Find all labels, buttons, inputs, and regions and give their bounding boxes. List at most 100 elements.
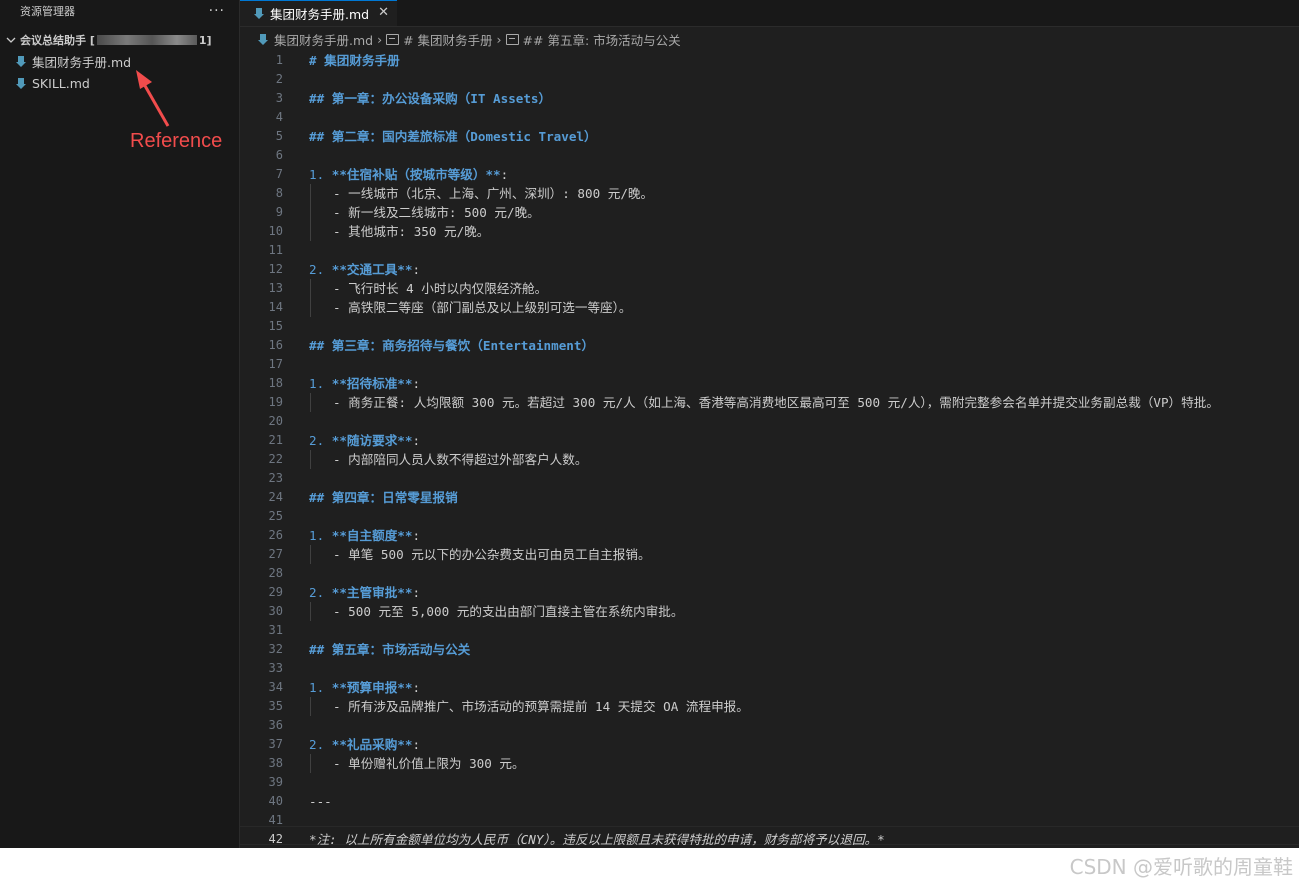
indent-guide bbox=[309, 298, 333, 317]
close-icon[interactable]: ✕ bbox=[378, 5, 389, 20]
line-number: 39 bbox=[268, 775, 283, 789]
editor-line[interactable]: 4 bbox=[240, 108, 1299, 127]
line-number: 8 bbox=[275, 186, 283, 200]
breadcrumb-file[interactable]: 集团财务手册.md bbox=[274, 30, 373, 49]
editor-line[interactable]: 18 1. **招待标准**: bbox=[240, 374, 1299, 393]
editor-line[interactable]: 42 *注: 以上所有金额单位均为人民币（CNY）。违反以上限额且未获得特批的申请… bbox=[240, 830, 1299, 848]
line-number: 21 bbox=[268, 433, 283, 447]
folder-suffix: 1] bbox=[198, 33, 212, 47]
editor-line[interactable]: 38 - 单份赠礼价值上限为 300 元。 bbox=[240, 754, 1299, 773]
editor-line[interactable]: 11 bbox=[240, 241, 1299, 260]
editor-line[interactable]: 34 1. **预算申报**: bbox=[240, 678, 1299, 697]
line-number: 29 bbox=[268, 585, 283, 599]
editor-line[interactable]: 37 2. **礼品采购**: bbox=[240, 735, 1299, 754]
editor-line[interactable]: 32 ## 第五章：市场活动与公关 bbox=[240, 640, 1299, 659]
tab-finance-manual[interactable]: 集团财务手册.md ✕ bbox=[240, 0, 397, 26]
breadcrumb-separator: › bbox=[377, 31, 383, 47]
line-content: - 新一线及二线城市: 500 元/晚。 bbox=[309, 203, 540, 222]
line-number: 32 bbox=[268, 642, 283, 656]
line-content: - 所有涉及品牌推广、市场活动的预算需提前 14 天提交 OA 流程申报。 bbox=[309, 697, 749, 716]
editor-line[interactable]: 25 bbox=[240, 507, 1299, 526]
line-number: 42 bbox=[268, 832, 283, 846]
editor-line[interactable]: 8 - 一线城市（北京、上海、广州、深圳）: 800 元/晚。 bbox=[240, 184, 1299, 203]
line-content: 2. **主管审批**: bbox=[309, 585, 421, 600]
editor-line[interactable]: 35 - 所有涉及品牌推广、市场活动的预算需提前 14 天提交 OA 流程申报。 bbox=[240, 697, 1299, 716]
file-item-skill[interactable]: SKILL.md bbox=[16, 73, 90, 93]
editor-line[interactable]: 40 --- bbox=[240, 792, 1299, 811]
line-content: 2. **礼品采购**: bbox=[309, 737, 421, 752]
indent-guide bbox=[309, 203, 333, 222]
editor-line[interactable]: 39 bbox=[240, 773, 1299, 792]
line-content: ## 第三章：商务招待与餐饮（Entertainment） bbox=[309, 338, 595, 353]
editor-line[interactable]: 10 - 其他城市: 350 元/晚。 bbox=[240, 222, 1299, 241]
editor-line[interactable]: 17 bbox=[240, 355, 1299, 374]
markdown-file-icon bbox=[16, 77, 26, 89]
tab-label: 集团财务手册.md bbox=[270, 7, 370, 22]
editor-line[interactable]: 7 1. **住宿补贴（按城市等级）**: bbox=[240, 165, 1299, 184]
editor-line[interactable]: 23 bbox=[240, 469, 1299, 488]
breadcrumb-symbol-2[interactable]: ## 第五章: 市场活动与公关 bbox=[523, 30, 681, 49]
line-content: *注: 以上所有金额单位均为人民币（CNY）。违反以上限额且未获得特批的申请，财… bbox=[309, 832, 885, 847]
editor-line[interactable]: 1 # 集团财务手册 bbox=[240, 51, 1299, 70]
line-number: 37 bbox=[268, 737, 283, 751]
line-number: 28 bbox=[268, 566, 283, 580]
editor-line[interactable]: 28 bbox=[240, 564, 1299, 583]
editor-line[interactable]: 5 ## 第二章：国内差旅标准（Domestic Travel） bbox=[240, 127, 1299, 146]
line-number: 26 bbox=[268, 528, 283, 542]
line-number: 38 bbox=[268, 756, 283, 770]
editor-line[interactable]: 29 2. **主管审批**: bbox=[240, 583, 1299, 602]
editor-line[interactable]: 19 - 商务正餐: 人均限额 300 元。若超过 300 元/人（如上海、香港等… bbox=[240, 393, 1299, 412]
breadcrumb-symbol-1[interactable]: # 集团财务手册 bbox=[403, 30, 492, 49]
line-content: --- bbox=[309, 794, 332, 809]
line-number: 11 bbox=[268, 243, 283, 257]
markdown-file-icon bbox=[258, 33, 268, 45]
file-item-finance-manual[interactable]: 集团财务手册.md bbox=[16, 51, 131, 71]
folder-name: 会议总结助手 [ bbox=[20, 34, 95, 47]
reference-annotation: Reference bbox=[130, 130, 223, 152]
line-number: 10 bbox=[268, 224, 283, 238]
indent-guide bbox=[309, 545, 333, 564]
line-number: 18 bbox=[268, 376, 283, 390]
line-number: 19 bbox=[268, 395, 283, 409]
line-number: 27 bbox=[268, 547, 283, 561]
editor-line[interactable]: 27 - 单笔 500 元以下的办公杂费支出可由员工自主报销。 bbox=[240, 545, 1299, 564]
editor-line[interactable]: 12 2. **交通工具**: bbox=[240, 260, 1299, 279]
editor-line[interactable]: 9 - 新一线及二线城市: 500 元/晚。 bbox=[240, 203, 1299, 222]
markdown-file-icon bbox=[16, 55, 26, 67]
code-editor[interactable]: 1 # 集团财务手册 2 3 ## 第一章：办公设备采购（IT Assets） 4 5 ## … bbox=[240, 50, 1299, 848]
editor-line[interactable]: 21 2. **随访要求**: bbox=[240, 431, 1299, 450]
editor-line[interactable]: 6 bbox=[240, 146, 1299, 165]
red-arrow-annotation bbox=[136, 70, 170, 127]
editor-line[interactable]: 33 bbox=[240, 659, 1299, 678]
editor-line[interactable]: 15 bbox=[240, 317, 1299, 336]
line-content: - 500 元至 5,000 元的支出由部门直接主管在系统内审批。 bbox=[309, 602, 683, 621]
editor-line[interactable]: 24 ## 第四章：日常零星报销 bbox=[240, 488, 1299, 507]
editor-line[interactable]: 14 - 高铁限二等座（部门副总及以上级别可选一等座）。 bbox=[240, 298, 1299, 317]
line-number: 31 bbox=[268, 623, 283, 637]
editor-line[interactable]: 16 ## 第三章：商务招待与餐饮（Entertainment） bbox=[240, 336, 1299, 355]
editor-line[interactable]: 13 - 飞行时长 4 小时以内仅限经济舱。 bbox=[240, 279, 1299, 298]
line-number: 41 bbox=[268, 813, 283, 827]
line-number: 25 bbox=[268, 509, 283, 523]
editor-line[interactable]: 31 bbox=[240, 621, 1299, 640]
more-actions-icon[interactable]: ··· bbox=[209, 3, 225, 19]
file-label: SKILL.md bbox=[32, 75, 90, 91]
workspace-folder[interactable]: 会议总结助手 [ 1] bbox=[4, 30, 212, 50]
editor-line[interactable]: 41 bbox=[240, 811, 1299, 830]
editor-line[interactable]: 22 - 内部陪同人员人数不得超过外部客户人数。 bbox=[240, 450, 1299, 469]
editor-line[interactable]: 2 bbox=[240, 70, 1299, 89]
line-number: 7 bbox=[275, 167, 283, 181]
editor-line[interactable]: 3 ## 第一章：办公设备采购（IT Assets） bbox=[240, 89, 1299, 108]
line-number: 20 bbox=[268, 414, 283, 428]
editor-line[interactable]: 20 bbox=[240, 412, 1299, 431]
line-number: 12 bbox=[268, 262, 283, 276]
indent-guide bbox=[309, 393, 333, 412]
symbol-icon bbox=[505, 33, 519, 45]
editor-line[interactable]: 36 bbox=[240, 716, 1299, 735]
editor-line[interactable]: 30 - 500 元至 5,000 元的支出由部门直接主管在系统内审批。 bbox=[240, 602, 1299, 621]
editor-line[interactable]: 26 1. **自主额度**: bbox=[240, 526, 1299, 545]
line-content: 1. **预算申报**: bbox=[309, 680, 421, 695]
line-number: 16 bbox=[268, 338, 283, 352]
breadcrumb: 集团财务手册.md › # 集团财务手册 › ## 第五章: 市场活动与公关 bbox=[258, 30, 681, 48]
line-content: 2. **随访要求**: bbox=[309, 433, 421, 448]
